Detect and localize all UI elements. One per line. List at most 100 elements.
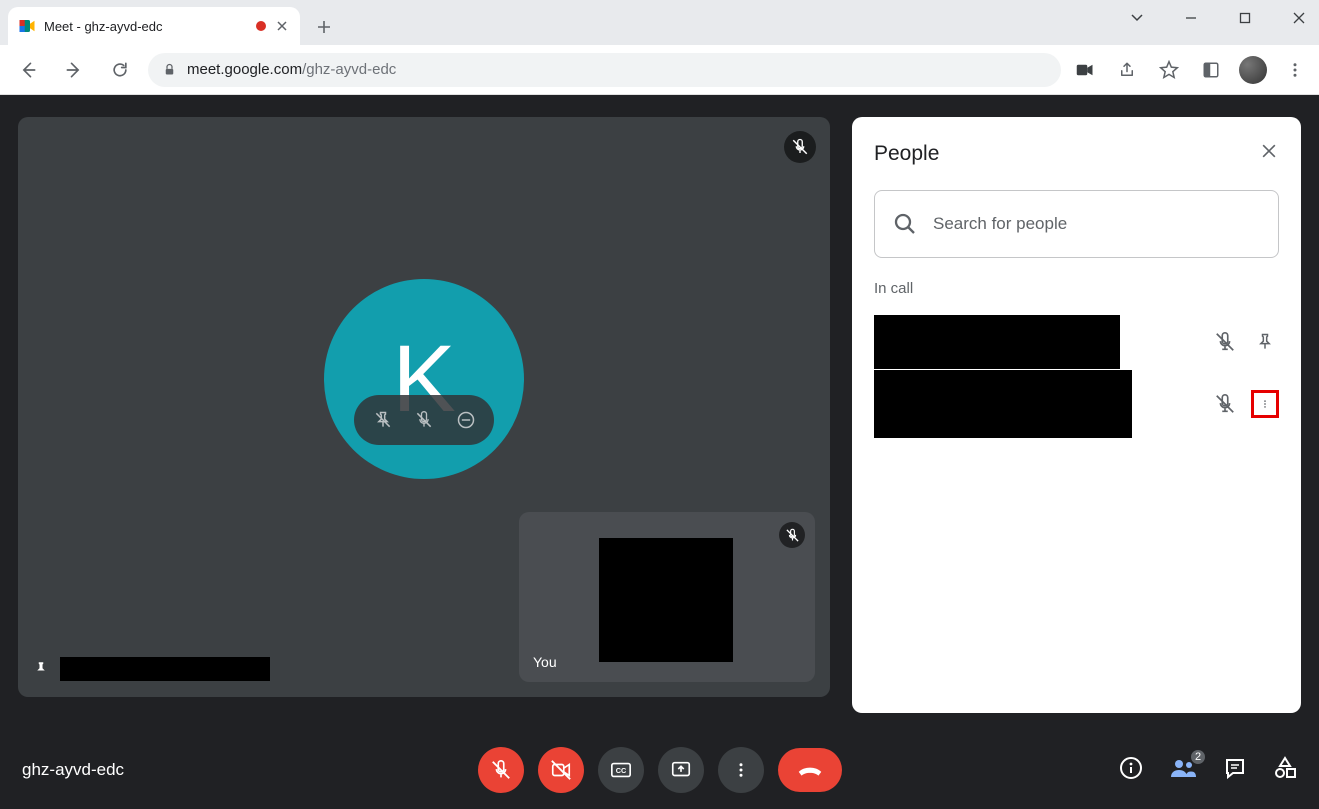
captions-button[interactable]: CC — [598, 747, 644, 793]
arrow-right-icon — [64, 60, 84, 80]
search-icon — [893, 212, 917, 236]
person-name-redacted — [874, 370, 1132, 438]
person-row — [874, 311, 1279, 373]
camera-indicator[interactable] — [1071, 56, 1099, 84]
self-avatar-redacted — [599, 538, 733, 662]
participant-name-redacted — [60, 657, 270, 681]
participant-muted-badge — [784, 131, 816, 163]
person-more-button-highlighted[interactable] — [1251, 390, 1279, 418]
remove-from-tile-button[interactable] — [453, 407, 479, 433]
profile-avatar[interactable] — [1239, 56, 1267, 84]
back-button[interactable] — [10, 52, 46, 88]
mic-off-icon — [414, 410, 434, 430]
pin-off-icon — [373, 410, 393, 430]
pin-icon — [1255, 332, 1275, 352]
present-icon — [670, 759, 692, 781]
kebab-icon — [1260, 395, 1270, 413]
url-field[interactable]: meet.google.com/ghz-ayvd-edc — [148, 53, 1061, 87]
meeting-aux-controls: 2 — [1119, 756, 1297, 785]
window-close-button[interactable] — [1285, 4, 1313, 32]
shapes-icon — [1273, 756, 1297, 780]
plus-icon — [317, 20, 331, 34]
browser-tab[interactable]: Meet - ghz-ayvd-edc — [8, 7, 300, 45]
person-name-redacted — [874, 315, 1120, 369]
kebab-icon — [732, 761, 750, 779]
mic-toggle-button[interactable] — [478, 747, 524, 793]
participant-avatar: K — [324, 279, 524, 479]
tab-title: Meet - ghz-ayvd-edc — [44, 19, 248, 34]
window-controls — [1123, 4, 1313, 32]
pin-icon — [32, 660, 50, 678]
minimize-button[interactable] — [1177, 4, 1205, 32]
self-video-tile[interactable]: You — [519, 512, 815, 682]
lock-icon — [162, 62, 177, 77]
people-toggle-button[interactable]: 2 — [1169, 756, 1197, 785]
recording-dot-icon — [256, 21, 266, 31]
tile-hover-controls — [354, 395, 494, 445]
kebab-icon — [1286, 61, 1304, 79]
maximize-button[interactable] — [1231, 4, 1259, 32]
mic-off-icon — [791, 138, 809, 156]
meet-app: K You People In — [0, 95, 1319, 809]
section-label: In call — [874, 280, 1279, 297]
close-icon — [1292, 11, 1306, 25]
present-button[interactable] — [658, 747, 704, 793]
forward-button[interactable] — [56, 52, 92, 88]
person-row — [874, 373, 1279, 435]
mute-participant-button[interactable] — [411, 407, 437, 433]
self-label: You — [533, 654, 557, 670]
dropdown-button[interactable] — [1123, 4, 1151, 32]
close-icon — [276, 20, 288, 32]
tab-strip: Meet - ghz-ayvd-edc — [0, 0, 1319, 45]
tab-close-button[interactable] — [274, 18, 290, 34]
mic-off-icon — [785, 528, 800, 543]
share-button[interactable] — [1113, 56, 1141, 84]
meeting-code: ghz-ayvd-edc — [22, 760, 124, 780]
people-search-input[interactable] — [933, 214, 1260, 234]
reload-icon — [110, 60, 130, 80]
cc-icon: CC — [610, 759, 632, 781]
chevron-down-icon — [1130, 13, 1144, 23]
people-count-badge: 2 — [1189, 748, 1207, 766]
unpin-button[interactable] — [370, 407, 396, 433]
more-options-button[interactable] — [718, 747, 764, 793]
address-bar: meet.google.com/ghz-ayvd-edc — [0, 45, 1319, 95]
arrow-left-icon — [18, 60, 38, 80]
leave-call-button[interactable] — [778, 748, 842, 792]
mic-off-icon — [1214, 393, 1236, 415]
mic-off-icon — [490, 759, 512, 781]
pinned-participant-label — [32, 657, 270, 681]
close-icon — [1259, 141, 1279, 161]
people-search[interactable] — [874, 190, 1279, 258]
new-tab-button[interactable] — [306, 9, 342, 45]
panel-close-button[interactable] — [1259, 141, 1279, 166]
chat-button[interactable] — [1223, 756, 1247, 785]
person-pin-button[interactable] — [1251, 328, 1279, 356]
toolbar-right — [1071, 56, 1309, 84]
url-domain: meet.google.com — [187, 61, 302, 78]
maximize-icon — [1239, 12, 1251, 24]
side-panel-button[interactable] — [1197, 56, 1225, 84]
self-muted-badge — [779, 522, 805, 548]
activities-button[interactable] — [1273, 756, 1297, 785]
meet-favicon — [18, 17, 36, 35]
camera-toggle-button[interactable] — [538, 747, 584, 793]
bookmark-button[interactable] — [1155, 56, 1183, 84]
camera-icon — [1076, 63, 1094, 77]
reload-button[interactable] — [102, 52, 138, 88]
svg-text:CC: CC — [615, 766, 626, 775]
share-icon — [1118, 61, 1136, 79]
meeting-details-button[interactable] — [1119, 756, 1143, 785]
camera-off-icon — [550, 759, 572, 781]
main-video-tile[interactable]: K You — [18, 117, 830, 697]
call-controls-bar: ghz-ayvd-edc CC 2 — [0, 731, 1319, 809]
phone-hangup-icon — [795, 758, 825, 782]
chat-icon — [1223, 756, 1247, 780]
remove-circle-icon — [456, 410, 476, 430]
person-mute-button[interactable] — [1211, 328, 1239, 356]
info-icon — [1119, 756, 1143, 780]
url-path: /ghz-ayvd-edc — [302, 61, 396, 78]
person-mute-button[interactable] — [1211, 390, 1239, 418]
chrome-menu-button[interactable] — [1281, 56, 1309, 84]
sidepanel-icon — [1202, 61, 1220, 79]
